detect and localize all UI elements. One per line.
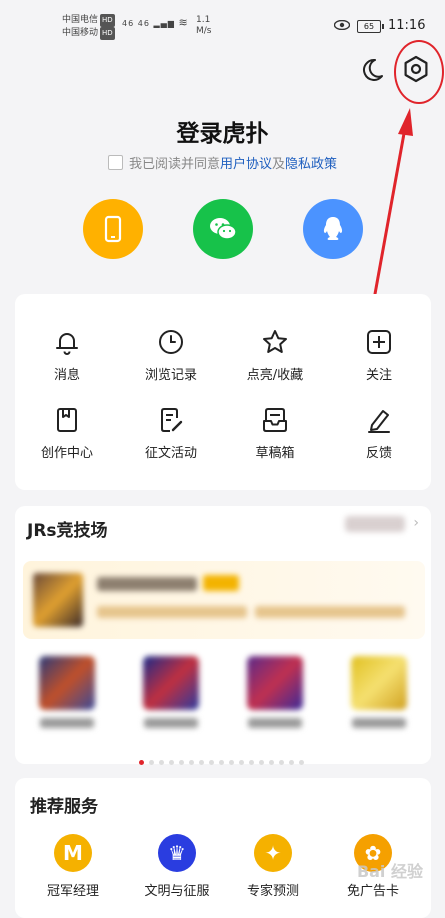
crown-icon: ♛ xyxy=(158,834,196,872)
menu-item-feedback[interactable]: 反馈 xyxy=(327,406,431,461)
pagination-dot xyxy=(149,760,154,765)
pagination-dot xyxy=(229,760,234,765)
menu-item-follow[interactable]: 关注 xyxy=(327,328,431,383)
qq-icon xyxy=(323,217,343,240)
qq-login-button[interactable] xyxy=(303,199,363,259)
arena-banner[interactable] xyxy=(23,561,425,639)
clock-time: 11:16 xyxy=(388,18,426,33)
game-label xyxy=(352,718,406,728)
pencil-icon xyxy=(368,410,390,433)
carrier-2: 中国移动 xyxy=(62,28,99,38)
clock-icon xyxy=(159,330,183,354)
carrier-info: 中国电信 HD 中国移动 HD xyxy=(62,14,115,40)
pagination-dot xyxy=(209,760,214,765)
game-item[interactable] xyxy=(245,656,305,728)
game-icon xyxy=(143,656,199,710)
pagination-dot xyxy=(259,760,264,765)
battery-icon: 65 xyxy=(357,20,384,33)
game-item[interactable] xyxy=(141,656,201,728)
banner-tag xyxy=(203,575,239,591)
star-icon xyxy=(263,330,287,353)
menu-item-history[interactable]: 浏览记录 xyxy=(119,328,223,383)
pagination-dot xyxy=(159,760,164,765)
game-label xyxy=(144,718,198,728)
pagination-dot xyxy=(279,760,284,765)
banner-thumbnail xyxy=(33,573,83,627)
game-label xyxy=(40,718,94,728)
edit-doc-icon xyxy=(161,408,183,432)
game-item[interactable] xyxy=(349,656,409,728)
user-agreement-link[interactable]: 用户协议 xyxy=(220,157,272,172)
eye-icon xyxy=(334,20,350,30)
pagination-dot xyxy=(219,760,224,765)
wechat-icon xyxy=(210,218,237,240)
privacy-policy-link[interactable]: 隐私政策 xyxy=(285,157,337,172)
annotation-circle xyxy=(394,40,444,104)
menu-item-essay-events[interactable]: 征文活动 xyxy=(119,406,223,461)
banner-title xyxy=(97,577,197,591)
pagination-dot xyxy=(139,760,144,765)
menu-item-favorites[interactable]: 点亮/收藏 xyxy=(223,328,327,383)
bookmark-icon xyxy=(57,408,77,432)
champion-manager-icon: M xyxy=(54,834,92,872)
services-card: 推荐服务 M 冠军经理 ♛ 文明与征服 ✦ 专家预测 ✿ 免广告卡 xyxy=(15,778,431,918)
agreement-row: 我已阅读并同意用户协议及隐私政策 xyxy=(0,153,445,172)
arena-title: JRs竞技场 xyxy=(27,521,108,541)
game-icon xyxy=(39,656,95,710)
service-expert-prediction[interactable]: ✦ 专家预测 xyxy=(221,834,325,899)
pagination-dot xyxy=(249,760,254,765)
bell-icon xyxy=(56,333,78,355)
pagination-dot xyxy=(239,760,244,765)
pagination-dot xyxy=(179,760,184,765)
phone-icon xyxy=(104,215,122,243)
plus-square-icon xyxy=(367,330,391,354)
signal-icon: 46 46 ▂▄▆ ≋ xyxy=(122,16,189,29)
arena-card: JRs竞技场 › xyxy=(15,506,431,765)
banner-subtitle xyxy=(97,606,247,618)
phone-login-button[interactable] xyxy=(83,199,143,259)
network-speed: 1.1 M/s xyxy=(196,15,212,36)
service-civilization[interactable]: ♛ 文明与征服 xyxy=(125,834,229,899)
banner-subtitle xyxy=(255,606,405,618)
services-title: 推荐服务 xyxy=(30,797,98,817)
carrier-1: 中国电信 xyxy=(62,15,99,25)
menu-card: 消息 浏览记录 点亮/收藏 关注 创作中心 征文活动 草稿箱 反馈 xyxy=(15,294,431,490)
pagination-dot xyxy=(199,760,204,765)
game-icon xyxy=(247,656,303,710)
pagination-dots xyxy=(139,750,309,765)
login-title: 登录虎扑 xyxy=(176,121,269,147)
menu-item-creator-center[interactable]: 创作中心 xyxy=(15,406,119,461)
moon-icon[interactable] xyxy=(358,56,386,84)
hd-badge: HD xyxy=(100,27,115,40)
arena-more-link[interactable] xyxy=(345,516,405,532)
game-label xyxy=(248,718,302,728)
inbox-icon xyxy=(263,408,287,432)
hd-badge: HD xyxy=(100,14,115,27)
status-bar: 中国电信 HD 中国移动 HD 46 46 ▂▄▆ ≋ 1.1 M/s 65 11:… xyxy=(0,0,445,48)
game-icon xyxy=(351,656,407,710)
menu-item-drafts[interactable]: 草稿箱 xyxy=(223,406,327,461)
wechat-login-button[interactable] xyxy=(193,199,253,259)
watermark: Bai 经验 xyxy=(356,862,423,881)
service-champion-manager[interactable]: M 冠军经理 xyxy=(21,834,125,899)
menu-item-messages[interactable]: 消息 xyxy=(15,328,119,383)
agreement-checkbox[interactable] xyxy=(107,155,123,170)
pagination-dot xyxy=(299,760,304,765)
pagination-dot xyxy=(169,760,174,765)
pagination-dot xyxy=(289,760,294,765)
pagination-dot xyxy=(269,760,274,765)
arena-more-arrow[interactable]: › xyxy=(413,515,419,531)
game-item[interactable] xyxy=(37,656,97,728)
pagination-dot xyxy=(189,760,194,765)
pinwheel-icon: ✦ xyxy=(254,834,292,872)
